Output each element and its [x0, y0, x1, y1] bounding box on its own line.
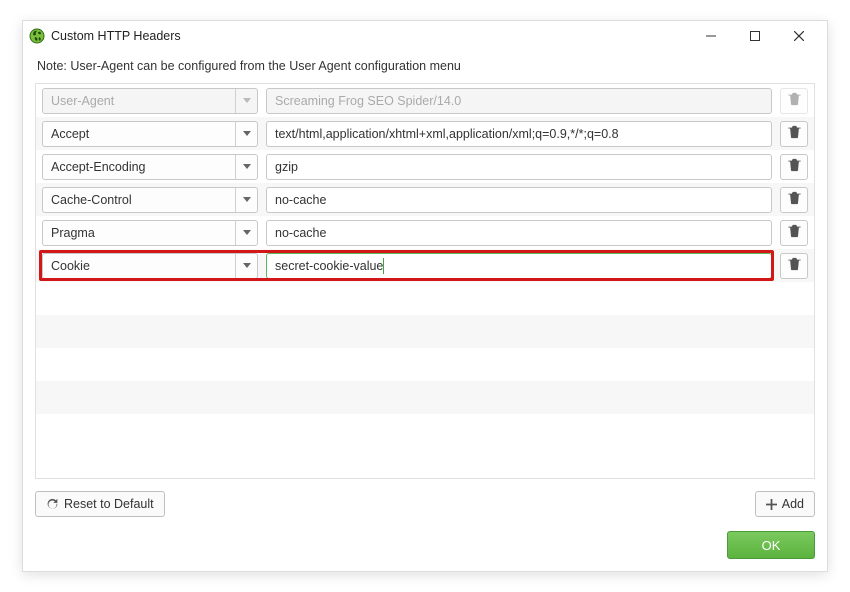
chevron-down-icon[interactable]	[235, 221, 257, 245]
header-value-text: gzip	[275, 160, 298, 174]
header-name-text: Cache-Control	[43, 193, 235, 207]
trash-icon	[788, 191, 801, 208]
chevron-down-icon	[235, 89, 257, 113]
header-row: Cache-Control no-cache	[36, 183, 814, 216]
minimize-button[interactable]	[689, 22, 733, 50]
title-bar: Custom HTTP Headers	[23, 21, 827, 51]
delete-row-button[interactable]	[780, 220, 808, 246]
delete-row-button	[780, 88, 808, 114]
header-value-text: Screaming Frog SEO Spider/14.0	[275, 94, 461, 108]
header-name-combo[interactable]: Cache-Control	[42, 187, 258, 213]
header-row: Pragma no-cache	[36, 216, 814, 249]
chevron-down-icon[interactable]	[235, 155, 257, 179]
header-row: User-Agent Screaming Frog SEO Spider/14.0	[36, 84, 814, 117]
header-value-input: Screaming Frog SEO Spider/14.0	[266, 88, 772, 114]
app-icon	[29, 28, 45, 44]
ok-bar: OK	[23, 525, 827, 571]
add-button[interactable]: Add	[755, 491, 815, 517]
close-button[interactable]	[777, 22, 821, 50]
empty-row	[36, 348, 814, 381]
header-name-text: User-Agent	[43, 94, 235, 108]
header-value-input[interactable]: text/html,application/xhtml+xml,applicat…	[266, 121, 772, 147]
trash-icon	[788, 257, 801, 274]
trash-icon	[788, 92, 801, 109]
empty-row	[36, 282, 814, 315]
header-value-text: no-cache	[275, 226, 326, 240]
delete-row-button[interactable]	[780, 121, 808, 147]
delete-row-button[interactable]	[780, 154, 808, 180]
header-name-text: Pragma	[43, 226, 235, 240]
header-value-input[interactable]: gzip	[266, 154, 772, 180]
chevron-down-icon[interactable]	[235, 122, 257, 146]
add-label: Add	[782, 497, 804, 511]
plus-icon	[766, 499, 777, 510]
header-value-text: secret-cookie-value	[275, 259, 383, 273]
header-name-text: Accept-Encoding	[43, 160, 235, 174]
window-title: Custom HTTP Headers	[51, 29, 689, 43]
reset-to-default-button[interactable]: Reset to Default	[35, 491, 165, 517]
header-name-combo: User-Agent	[42, 88, 258, 114]
header-name-combo[interactable]: Cookie	[42, 253, 258, 279]
reset-icon	[46, 498, 59, 511]
window-controls	[689, 22, 821, 50]
note-text: Note: User-Agent can be configured from …	[23, 51, 827, 83]
header-value-input[interactable]: secret-cookie-value	[266, 253, 772, 279]
trash-icon	[788, 224, 801, 241]
text-cursor	[383, 258, 384, 274]
trash-icon	[788, 158, 801, 175]
empty-row	[36, 414, 814, 447]
header-row: Accept text/html,application/xhtml+xml,ap…	[36, 117, 814, 150]
header-name-combo[interactable]: Pragma	[42, 220, 258, 246]
header-value-text: text/html,application/xhtml+xml,applicat…	[275, 127, 619, 141]
header-name-combo[interactable]: Accept	[42, 121, 258, 147]
header-value-text: no-cache	[275, 193, 326, 207]
reset-label: Reset to Default	[64, 497, 154, 511]
header-row: Cookie secret-cookie-value	[36, 249, 814, 282]
header-value-input[interactable]: no-cache	[266, 220, 772, 246]
empty-row	[36, 381, 814, 414]
header-name-text: Accept	[43, 127, 235, 141]
ok-label: OK	[762, 538, 781, 553]
header-name-combo[interactable]: Accept-Encoding	[42, 154, 258, 180]
empty-row	[36, 315, 814, 348]
delete-row-button[interactable]	[780, 253, 808, 279]
delete-row-button[interactable]	[780, 187, 808, 213]
footer-bar: Reset to Default Add	[23, 485, 827, 525]
chevron-down-icon[interactable]	[235, 188, 257, 212]
header-name-text: Cookie	[43, 259, 235, 273]
dialog-window: Custom HTTP Headers Note: User-Agent can…	[22, 20, 828, 572]
ok-button[interactable]: OK	[727, 531, 815, 559]
trash-icon	[788, 125, 801, 142]
headers-grid: User-Agent Screaming Frog SEO Spider/14.0…	[35, 83, 815, 479]
chevron-down-icon[interactable]	[235, 254, 257, 278]
header-value-input[interactable]: no-cache	[266, 187, 772, 213]
maximize-button[interactable]	[733, 22, 777, 50]
header-row: Accept-Encoding gzip	[36, 150, 814, 183]
